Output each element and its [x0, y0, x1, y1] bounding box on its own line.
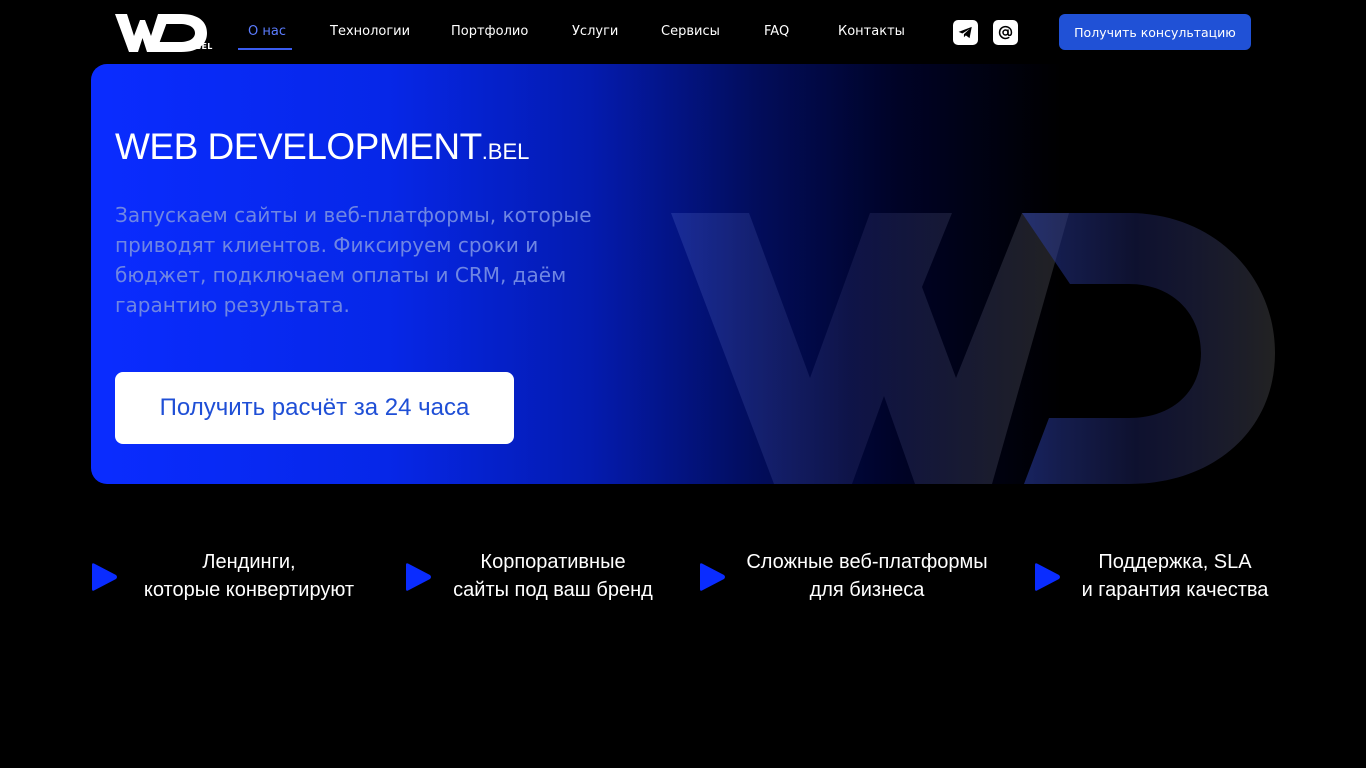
feature-text: Сложные веб-платформы для бизнеса: [740, 548, 994, 604]
feature-line1: Поддержка, SLA: [1098, 551, 1252, 573]
feature-line1: Корпоративные: [480, 551, 626, 573]
get-consultation-button[interactable]: Получить консультацию: [1059, 14, 1251, 50]
get-estimate-button[interactable]: Получить расчёт за 24 часа: [115, 372, 514, 444]
hero-description: Запускаем сайты и веб-платформы, которые…: [115, 203, 592, 317]
email-button[interactable]: [993, 20, 1018, 45]
feature-text: Поддержка, SLA и гарантия качества: [1075, 548, 1275, 604]
nav-item-tools[interactable]: Сервисы: [661, 22, 720, 42]
nav-item-contacts[interactable]: Контакты: [838, 22, 905, 42]
feature-platforms: Сложные веб-платформы для бизнеса: [699, 548, 1009, 608]
play-icon: [700, 563, 725, 591]
nav-active-indicator: [238, 48, 292, 50]
nav-item-services[interactable]: Услуги: [572, 22, 618, 42]
feature-line2: сайты под ваш бренд: [453, 579, 653, 601]
feature-line1: Сложные веб-платформы: [746, 551, 988, 573]
telegram-icon: [958, 26, 972, 39]
play-icon: [406, 563, 431, 591]
hero-title-main: WEB DEVELOPMENT: [115, 126, 482, 167]
feature-corporate: Корпоративные сайты под ваш бренд: [405, 548, 675, 608]
hero-banner: WEB DEVELOPMENT.BEL Запускаем сайты и ве…: [91, 64, 1275, 484]
logo-suffix: .BEL: [192, 42, 213, 51]
hero-title: WEB DEVELOPMENT.BEL: [115, 126, 529, 168]
feature-line1: Лендинги,: [202, 551, 296, 573]
feature-support: Поддержка, SLA и гарантия качества: [1034, 548, 1279, 608]
play-icon: [1035, 563, 1060, 591]
email-at-icon: [998, 25, 1013, 40]
feature-text: Корпоративные сайты под ваш бренд: [447, 548, 659, 604]
play-icon: [92, 563, 117, 591]
feature-text: Лендинги, которые конвертируют: [132, 548, 366, 604]
nav-item-technologies[interactable]: Технологии: [330, 22, 410, 42]
feature-line2: для бизнеса: [809, 579, 925, 601]
wd-watermark-icon: [671, 213, 1275, 484]
feature-line2: и гарантия качества: [1081, 579, 1269, 601]
hero-title-suffix: .BEL: [481, 139, 530, 164]
feature-landing: Лендинги, которые конвертируют: [91, 548, 381, 608]
nav-item-faq[interactable]: FAQ: [764, 22, 789, 42]
nav-item-about[interactable]: О нас: [248, 22, 286, 42]
site-header: .BEL О нас Технологии Портфолио Услуги С…: [0, 0, 1366, 64]
nav-item-portfolio[interactable]: Портфолио: [451, 22, 528, 42]
feature-line2: которые конвертируют: [143, 579, 355, 601]
telegram-button[interactable]: [953, 20, 978, 45]
